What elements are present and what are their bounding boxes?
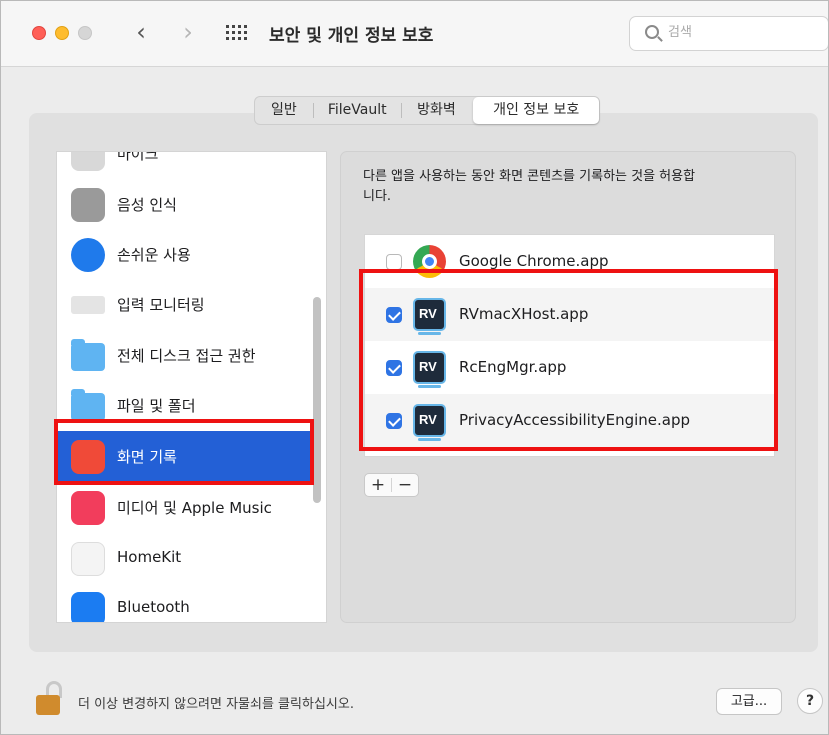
search-icon <box>645 25 659 39</box>
sidebar-item-microphone[interactable]: 마이크 <box>57 151 317 178</box>
sidebar-item-input-monitoring[interactable]: 입력 모니터링 <box>57 279 317 329</box>
tab-firewall[interactable]: 방화벽 <box>402 97 472 124</box>
privacy-category-list[interactable]: 마이크 음성 인식 손쉬운 사용 입력 모니터링 전체 디스크 접근 권한 파일… <box>56 151 327 623</box>
folder-icon <box>71 389 105 421</box>
highlight-box-screen-recording <box>54 419 314 485</box>
preferences-window: ‹ › 보안 및 개인 정보 보호 일반 FileVault 방화벽 개인 정보… <box>0 0 829 735</box>
tab-filevault[interactable]: FileVault <box>314 97 401 124</box>
sidebar-scrollbar[interactable] <box>313 297 321 503</box>
folder-icon <box>71 339 105 371</box>
sidebar-item-label: 음성 인식 <box>117 196 177 214</box>
tab-bar: 일반 FileVault 방화벽 개인 정보 보호 <box>254 96 600 125</box>
home-icon <box>71 542 105 576</box>
search-input[interactable] <box>668 25 818 40</box>
lock-icon[interactable] <box>36 681 62 717</box>
speech-recognition-icon <box>71 188 105 222</box>
sidebar-item-full-disk-access[interactable]: 전체 디스크 접근 권한 <box>57 330 317 380</box>
window-title: 보안 및 개인 정보 보호 <box>269 26 434 46</box>
sidebar-item-label: 파일 및 폴더 <box>117 397 196 415</box>
forward-chevron-icon[interactable]: › <box>173 17 203 47</box>
microphone-icon <box>71 152 105 171</box>
sidebar-item-label: HomeKit <box>117 548 182 566</box>
sidebar-item-label: Bluetooth <box>117 598 190 616</box>
add-remove-control: + − <box>364 473 419 497</box>
sidebar-item-label: 마이크 <box>117 151 159 163</box>
tab-privacy[interactable]: 개인 정보 보호 <box>473 97 599 124</box>
sidebar-item-bluetooth[interactable]: Bluetooth <box>57 583 317 622</box>
sidebar-item-label: 손쉬운 사용 <box>117 246 191 264</box>
keyboard-icon <box>71 296 105 314</box>
search-field[interactable] <box>629 16 828 51</box>
music-icon <box>71 491 105 525</box>
accessibility-icon <box>71 238 105 272</box>
help-button[interactable]: ? <box>797 688 823 714</box>
tab-general[interactable]: 일반 <box>255 97 313 124</box>
permission-description: 다른 앱을 사용하는 동안 화면 콘텐츠를 기록하는 것을 허용합니다. <box>363 169 696 204</box>
show-all-grid-icon[interactable] <box>226 25 248 41</box>
sidebar-item-label: 입력 모니터링 <box>117 296 205 314</box>
minimize-window-button[interactable] <box>55 26 69 40</box>
sidebar-item-label: 전체 디스크 접근 권한 <box>117 347 256 365</box>
app-name: Google Chrome.app <box>459 252 609 270</box>
bluetooth-icon <box>71 592 105 622</box>
lock-hint-text: 더 이상 변경하지 않으려면 자물쇠를 클릭하십시오. <box>78 697 354 712</box>
sidebar-item-speech-recognition[interactable]: 음성 인식 <box>57 179 317 229</box>
title-bar: ‹ › 보안 및 개인 정보 보호 <box>1 1 828 67</box>
add-app-button[interactable]: + <box>365 474 391 496</box>
sidebar-item-media-apple-music[interactable]: 미디어 및 Apple Music <box>57 482 317 532</box>
remove-app-button[interactable]: − <box>392 474 418 496</box>
back-chevron-icon[interactable]: ‹ <box>126 17 156 47</box>
sidebar-item-accessibility[interactable]: 손쉬운 사용 <box>57 229 317 279</box>
sidebar-item-homekit[interactable]: HomeKit <box>57 533 317 583</box>
advanced-button[interactable]: 고급... <box>716 688 782 715</box>
close-window-button[interactable] <box>32 26 46 40</box>
zoom-window-button[interactable] <box>78 26 92 40</box>
highlight-box-apps <box>359 269 778 451</box>
sidebar-item-label: 미디어 및 Apple Music <box>117 499 272 517</box>
app-checkbox[interactable] <box>386 254 402 270</box>
